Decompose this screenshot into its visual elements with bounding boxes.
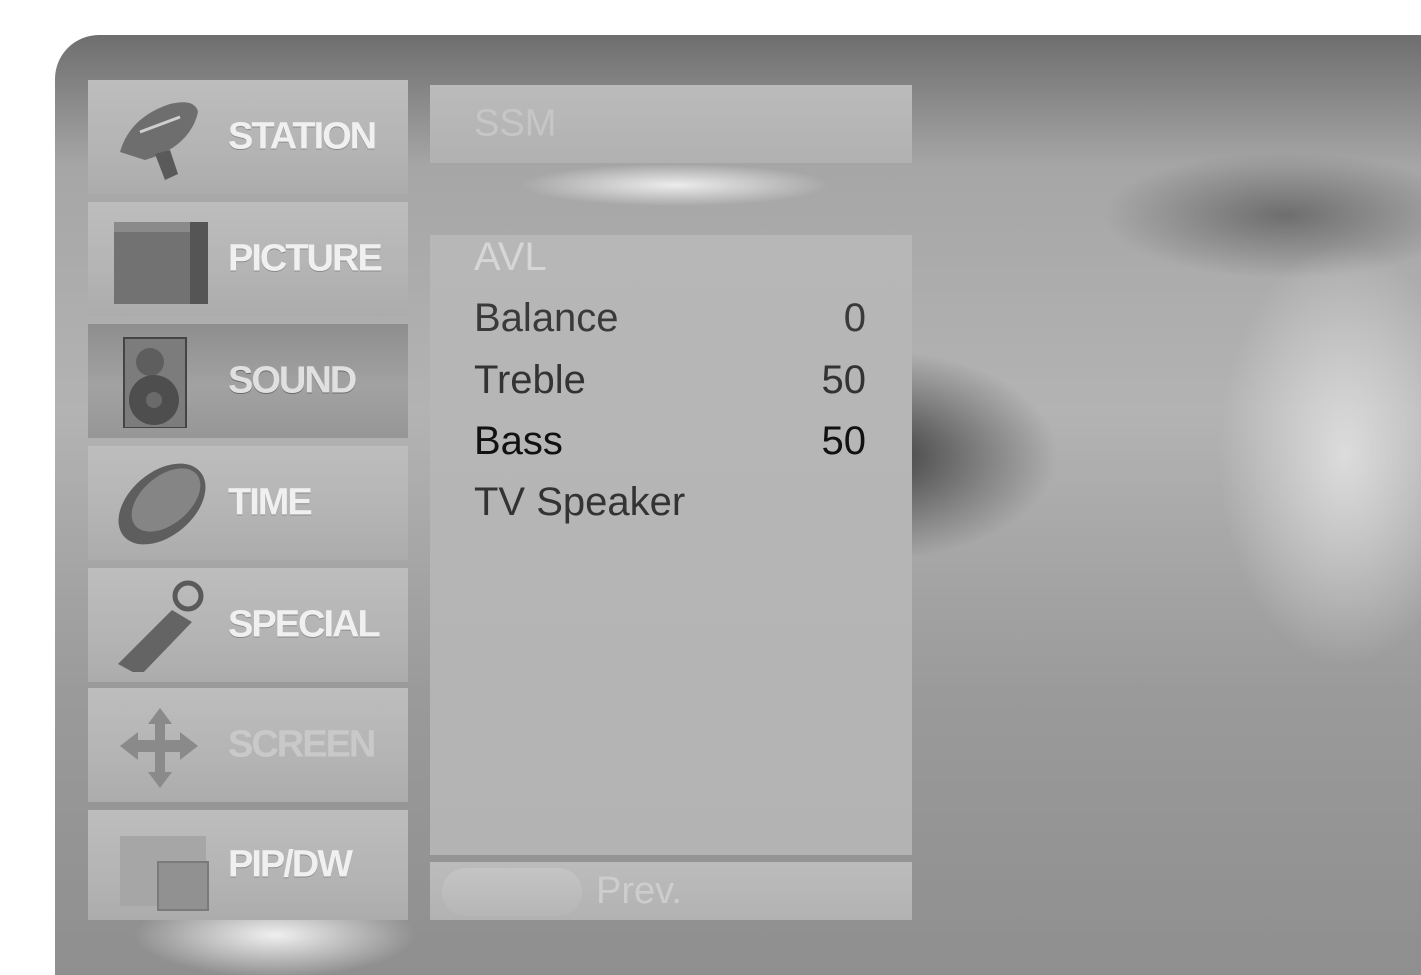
sidebar-item-label: SOUND — [228, 359, 357, 402]
sidebar-item-time[interactable]: TIME — [88, 446, 408, 560]
menu-item-label: Balance — [474, 296, 619, 340]
key-tag-icon — [118, 580, 204, 672]
sidebar-item-screen[interactable]: SCREEN — [88, 688, 408, 802]
sidebar-item-label: PIP/DW — [228, 843, 353, 886]
menu-item-treble[interactable]: Treble 50 — [474, 358, 866, 414]
footer-bar: Prev. — [430, 862, 912, 920]
prev-button[interactable] — [442, 868, 582, 916]
tv-screen-icon — [114, 222, 208, 304]
sidebar-item-pip-dw[interactable]: PIP/DW — [88, 810, 408, 920]
speaker-icon — [123, 337, 187, 428]
clock-disc-icon — [118, 463, 206, 545]
ssm-label: SSM — [474, 102, 557, 145]
menu-item-value: 50 — [821, 419, 867, 463]
sidebar-item-label: STATION — [228, 115, 377, 158]
menu-item-tv-speaker[interactable]: TV Speaker — [474, 480, 866, 536]
menu-item-label: Bass — [474, 419, 563, 463]
menu-item-label: AVL — [474, 235, 547, 279]
pip-window-icon — [120, 836, 209, 911]
ssm-bar[interactable]: SSM — [430, 85, 912, 163]
menu-item-value: 50 — [821, 358, 867, 402]
menu-item-value: 0 — [843, 296, 866, 340]
move-arrows-icon — [120, 708, 198, 788]
sound-submenu: AVL Balance 0 Treble 50 Bass 50 TV Speak… — [430, 235, 912, 855]
prev-label: Prev. — [596, 870, 682, 912]
sidebar-item-picture[interactable]: PICTURE — [88, 202, 408, 316]
sidebar-item-label: PICTURE — [228, 237, 383, 280]
menu-item-label: TV Speaker — [474, 480, 686, 524]
sidebar-item-sound[interactable]: SOUND — [88, 324, 408, 438]
menu-item-balance[interactable]: Balance 0 — [474, 296, 866, 352]
sidebar-item-station[interactable]: STATION — [88, 80, 408, 194]
menu-item-label: Treble — [474, 358, 586, 402]
menu-item-avl[interactable]: AVL — [474, 235, 866, 291]
sidebar-item-label: TIME — [228, 481, 313, 524]
sidebar-item-special[interactable]: SPECIAL — [88, 568, 408, 682]
sidebar-item-label: SPECIAL — [228, 603, 381, 646]
sidebar-item-label: SCREEN — [228, 723, 376, 766]
menu-item-bass[interactable]: Bass 50 — [474, 419, 866, 475]
satellite-dish-icon — [120, 102, 198, 180]
